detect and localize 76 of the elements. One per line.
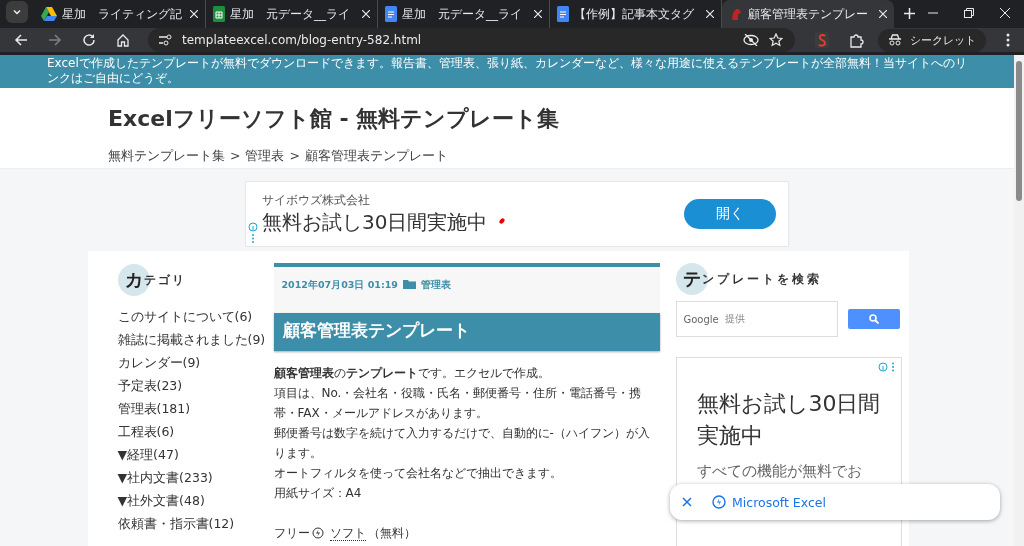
software-link[interactable]: ソフト — [329, 525, 366, 541]
reload-icon[interactable] — [82, 33, 96, 47]
advertiser-name: サイボウズ株式会社 — [262, 192, 371, 209]
new-tab-icon[interactable] — [904, 8, 915, 19]
document-icon — [385, 6, 397, 22]
category-link[interactable]: 管理表 — [420, 279, 451, 292]
tab-title: 【作例】記事本文タグ — [574, 5, 695, 23]
tab-search-button[interactable] — [6, 1, 28, 23]
address-bar[interactable]: templateexcel.com/blog-entry-582.html — [148, 28, 795, 52]
puzzle-icon[interactable] — [849, 32, 864, 48]
breadcrumb-link[interactable]: 無料テンプレート集 — [108, 148, 225, 165]
category-link[interactable]: 工程表(6) — [117, 424, 175, 441]
incognito-icon — [888, 34, 902, 46]
article-text: 郵便番号は数字を続けて入力するだけで、自動的に-（ハイフン）が入ります。 — [273, 425, 651, 462]
document-icon — [557, 6, 569, 22]
article-title: 顧客管理表テンプレート — [273, 313, 660, 351]
forward-icon[interactable] — [48, 33, 62, 47]
ad-headline: 無料お試し30日間実施中 — [262, 209, 488, 236]
eye-slash-icon[interactable] — [743, 34, 759, 46]
category-link[interactable]: ▼経理(47) — [117, 447, 179, 464]
provider-label: 提供 — [724, 312, 745, 327]
lightning-icon — [311, 527, 324, 539]
popup-label[interactable]: Microsoft Excel — [732, 494, 826, 510]
extension-icon[interactable] — [815, 32, 829, 48]
category-link[interactable]: 予定表(23) — [117, 378, 183, 395]
category-link[interactable]: このサイトについて(6) — [117, 309, 253, 326]
category-link[interactable]: 依頼書・指示書(12) — [117, 516, 235, 533]
browser-tab[interactable]: 顧客管理表テンプレー — [722, 0, 894, 28]
open-button[interactable]: 開く — [684, 199, 776, 229]
article-text: （無料） — [367, 525, 416, 542]
site-banner: Excelで作成したテンプレートが無料でダウンロードできます。報告書、管理表、張り紙、カレンダーなど、様々な用途に使えるテンプレートが全部無料！当サイトへのリンクはご自由にどうぞ。 — [0, 55, 1014, 88]
tab-title: 星加 元データ__ライ — [230, 5, 351, 23]
profile-button[interactable]: シークレット — [878, 28, 986, 52]
more-icon[interactable] — [1006, 33, 1010, 47]
home-icon[interactable] — [116, 33, 130, 47]
chevron-down-icon — [12, 7, 22, 17]
tab-title: 星加 元データ__ライ — [402, 5, 523, 23]
restore-icon[interactable] — [964, 8, 974, 18]
article-text: 顧客管理表のテンプレートです。エクセルで作成。 — [273, 365, 551, 382]
url-text: templateexcel.com/blog-entry-582.html — [182, 33, 422, 47]
article-text: 用紙サイズ：A4 — [273, 485, 363, 502]
article-text: 項目は、No.・会社名・役職・氏名・郵便番号・住所・電話番号・携帯・FAX・メールアドレスがあります。 — [273, 385, 643, 422]
lightning-icon — [712, 495, 726, 509]
dot-icon — [499, 218, 506, 224]
tab-title: 星加 ライティング記 — [62, 5, 183, 23]
breadcrumb-link[interactable]: 管理表 — [245, 148, 285, 165]
category-link[interactable]: ▼社内文書(233) — [117, 470, 213, 487]
breadcrumb-separator: > — [230, 148, 241, 165]
suggestion-popup[interactable]: Microsoft Excel — [670, 484, 1000, 520]
star-icon[interactable] — [769, 33, 783, 47]
folder-icon — [402, 279, 416, 289]
search-field[interactable]: Google 提供 — [675, 301, 838, 338]
category-link[interactable]: ▼社外文書(48) — [117, 493, 205, 510]
ad-banner[interactable]: サイボウズ株式会社 無料お試し30日間実施中 開く — [245, 181, 789, 247]
info-icon[interactable] — [248, 222, 258, 244]
back-icon[interactable] — [14, 33, 28, 47]
scrollbar[interactable] — [1014, 55, 1024, 546]
search-button[interactable] — [847, 309, 900, 330]
search-heading: ンプレートを検索 — [701, 270, 822, 288]
google-label: Google — [683, 313, 719, 325]
category-link[interactable]: 管理表(181) — [117, 401, 191, 418]
article-text: オートフィルタを使って会社名などで抽出できます。 — [273, 465, 563, 482]
sheet-icon — [213, 6, 225, 22]
post-date: 2012年07月03日 01:19 — [281, 279, 398, 292]
site-settings-icon[interactable] — [158, 34, 172, 46]
triangle-icon — [41, 7, 57, 21]
search-icon — [868, 314, 879, 325]
category-heading: テゴリ — [143, 271, 186, 289]
ad-text: すべての機能が無料でお — [696, 462, 863, 482]
breadcrumb-separator: > — [289, 148, 300, 165]
category-link[interactable]: 雑誌に掲載されました(9) — [117, 332, 266, 349]
article-text: フリー — [273, 525, 310, 542]
ad-headline: 無料お試し30日間実施中 — [696, 390, 881, 451]
tab-title: 顧客管理表テンプレー — [748, 5, 869, 23]
info-icon[interactable] — [877, 362, 896, 373]
category-link[interactable]: カレンダー(9) — [117, 355, 201, 372]
